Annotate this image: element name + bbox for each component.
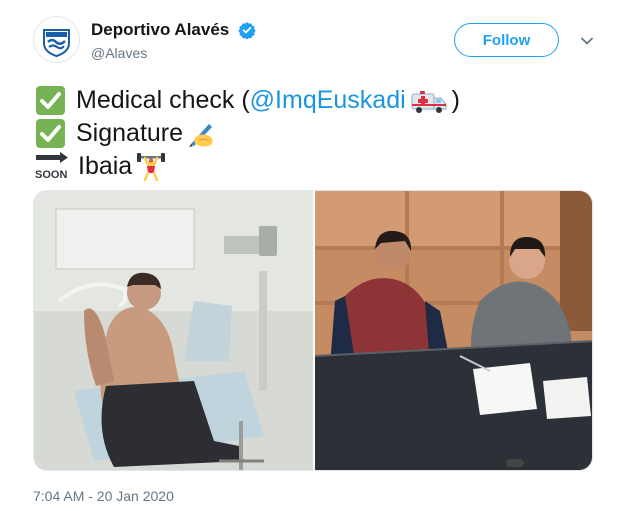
account-names: Deportivo Alavés @Alaves: [91, 20, 256, 62]
check-mark-button-icon: [35, 119, 68, 148]
soon-arrow-icon: SOON: [35, 152, 70, 181]
soon-label: SOON: [35, 169, 67, 181]
follow-button[interactable]: Follow: [454, 23, 559, 57]
tweet-timestamp[interactable]: 7:04 AM - 20 Jan 2020: [33, 487, 174, 505]
player-medical-check-photo[interactable]: [34, 191, 313, 470]
signature-text: Signature: [76, 119, 184, 147]
handle[interactable]: @Alaves: [91, 44, 256, 62]
ambulance-icon: [411, 90, 447, 113]
avatar[interactable]: [33, 16, 80, 63]
chevron-down-icon[interactable]: [579, 33, 595, 49]
tweet-line-ibaia: SOON Ibaia: [35, 150, 595, 183]
writing-hand-icon: [189, 123, 213, 147]
closing-paren: ): [451, 86, 460, 114]
deportivo-alaves-crest-icon: [34, 17, 79, 62]
tweet-header: Deportivo Alavés @Alaves Follow: [33, 14, 603, 68]
check-mark-button-icon: [35, 86, 68, 115]
display-name[interactable]: Deportivo Alavés: [91, 20, 229, 40]
ibaia-text: Ibaia: [78, 152, 133, 180]
contract-signing-photo[interactable]: [314, 191, 592, 470]
verified-badge-icon: [238, 22, 256, 39]
tweet-text: Medical check (@ImqEuskadi ) Signature S…: [35, 84, 595, 183]
tweet-line-medical-check: Medical check (@ImqEuskadi ): [35, 84, 595, 117]
tweet-line-signature: Signature: [35, 117, 595, 150]
media-grid: [33, 190, 593, 471]
medical-check-text: Medical check (: [76, 86, 250, 114]
weight-lifter-icon: [137, 152, 166, 181]
mention-link[interactable]: @ImqEuskadi: [250, 84, 406, 117]
